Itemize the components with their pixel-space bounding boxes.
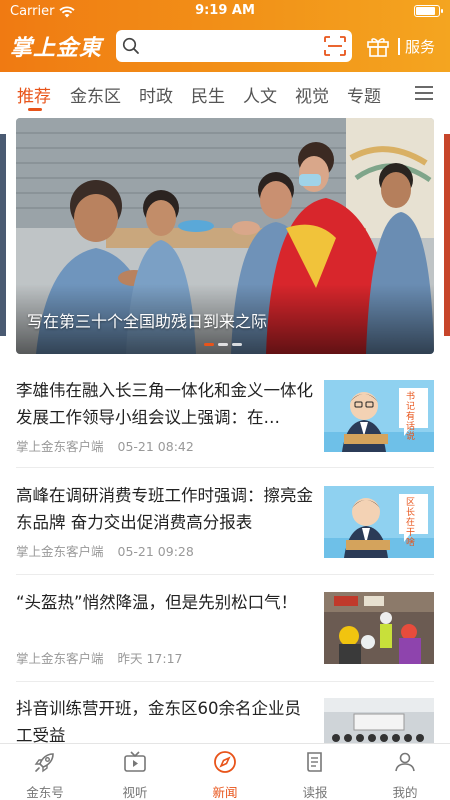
nav-label: 视听 (122, 785, 148, 800)
news-list-item[interactable]: 高峰在调研消费专班工作时强调：擦亮金东品牌 奋力交出促消费高分报表 掌上金东客户… (16, 482, 434, 562)
list-divider (16, 467, 434, 468)
thumbnail-bubble-text: 书记有话说 (406, 392, 416, 442)
nav-label: 读报 (302, 785, 328, 800)
thumbnail-bubble-text: 区长在干啥 (406, 498, 416, 548)
classroom-photo (324, 698, 434, 743)
news-title: 抖音训练营开班，金东区60余名企业员工受益 (16, 699, 301, 745)
scan-icon[interactable] (324, 36, 346, 56)
active-tab-indicator (28, 108, 42, 111)
news-list-item[interactable]: “头盔热”悄然降温，但是先别松口气！ 掌上金东客户端 昨天 17:17 (16, 589, 434, 669)
nav-profile[interactable]: 我的 (360, 744, 450, 800)
user-icon (395, 752, 415, 772)
search-icon (122, 37, 139, 54)
news-time: 05-21 09:28 (117, 544, 194, 559)
tab-culture[interactable]: 人文 (243, 82, 277, 107)
battery-icon (414, 5, 443, 17)
tab-visual[interactable]: 视觉 (295, 82, 329, 107)
category-tabs: 推荐 金东区 时政 民生 人文 视觉 专题 (0, 72, 450, 114)
tab-recommend[interactable]: 推荐 (17, 82, 51, 107)
news-thumbnail (324, 698, 434, 743)
news-title: “头盔热”悄然降温，但是先别松口气！ (16, 593, 298, 612)
carousel-dot (218, 343, 228, 346)
street-photo (324, 592, 434, 664)
app-logo: 掌上金東 (10, 35, 103, 61)
banner-next-peek[interactable] (444, 134, 450, 336)
status-time: 9:19 AM (195, 3, 255, 18)
app-header: Carrier 9:19 AM 掌上金東 服务 (0, 0, 450, 72)
nav-label: 新闻 (212, 785, 238, 800)
nav-label: 我的 (392, 785, 418, 800)
list-divider (16, 574, 434, 575)
service-button[interactable]: 服务 (405, 36, 435, 57)
news-meta: 掌上金东客户端 05-21 08:42 (16, 436, 194, 455)
newspaper-icon (307, 752, 322, 772)
carousel-indicator (204, 343, 242, 346)
header-divider (398, 38, 400, 55)
news-source: 掌上金东客户端 (16, 651, 104, 666)
tab-politics[interactable]: 时政 (139, 82, 173, 107)
news-list-item[interactable]: 李雄伟在融入长三角一体化和金义一体化发展工作领导小组会议上强调：在… 掌上金东客… (16, 377, 434, 457)
status-bar: Carrier 9:19 AM (0, 0, 450, 22)
news-time: 昨天 17:17 (117, 651, 183, 666)
news-title: 李雄伟在融入长三角一体化和金义一体化发展工作领导小组会议上强调：在… (16, 381, 313, 427)
news-meta: 掌上金东客户端 05-21 09:28 (16, 541, 194, 560)
tab-livelihood[interactable]: 民生 (191, 82, 225, 107)
news-list-item[interactable]: 抖音训练营开班，金东区60余名企业员工受益 (16, 695, 434, 745)
rocket-icon (34, 753, 54, 773)
bottom-navigation: 金东号 视听 新闻 读报 我的 (0, 743, 450, 800)
news-source: 掌上金东客户端 (16, 544, 104, 559)
carousel-dot (232, 343, 242, 346)
nav-newspaper[interactable]: 读报 (270, 744, 360, 800)
news-thumbnail: 区长在干啥 (324, 486, 434, 558)
news-thumbnail: 书记有话说 (324, 380, 434, 452)
nav-video[interactable]: 视听 (90, 744, 180, 800)
news-thumbnail (324, 592, 434, 664)
carousel-dot (204, 343, 214, 346)
search-input[interactable] (116, 30, 352, 62)
banner-carousel[interactable]: 写在第三十个全国助残日到来之际 (16, 118, 434, 354)
menu-icon[interactable] (414, 85, 434, 101)
nav-news[interactable]: 新闻 (180, 744, 270, 800)
nav-jindong-account[interactable]: 金东号 (0, 744, 90, 800)
news-meta: 掌上金东客户端 昨天 17:17 (16, 648, 183, 667)
news-title: 高峰在调研消费专班工作时强调：擦亮金东品牌 奋力交出促消费高分报表 (16, 486, 313, 532)
banner-caption: 写在第三十个全国助残日到来之际 (27, 312, 268, 331)
gift-icon[interactable] (366, 35, 390, 57)
banner-prev-peek[interactable] (0, 134, 6, 336)
list-divider (16, 681, 434, 682)
tab-jindong-district[interactable]: 金东区 (70, 82, 121, 107)
nav-label: 金东号 (26, 785, 64, 800)
news-source: 掌上金东客户端 (16, 439, 104, 454)
tv-icon (124, 751, 146, 772)
news-time: 05-21 08:42 (117, 439, 194, 454)
tab-topics[interactable]: 专题 (347, 82, 381, 107)
compass-icon (214, 751, 236, 773)
